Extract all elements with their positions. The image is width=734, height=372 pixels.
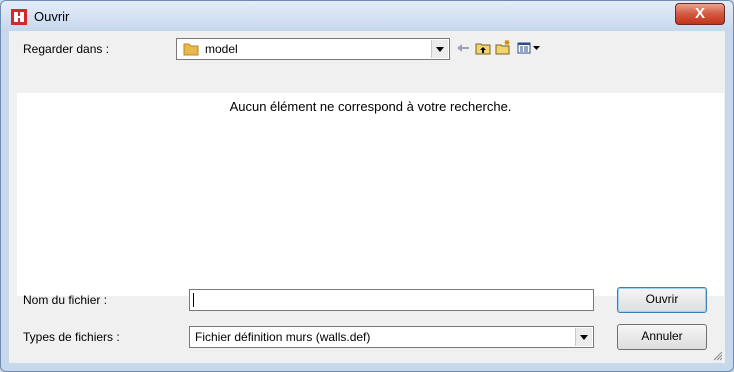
window-title: Ouvrir (34, 9, 70, 24)
dialog-body: Regarder dans : model Aucun élément ne c… (9, 31, 725, 363)
folder-icon (183, 43, 199, 56)
cancel-button[interactable]: Annuler (617, 324, 707, 350)
filename-label: Nom du fichier : (23, 293, 108, 307)
new-folder-icon[interactable] (494, 39, 512, 57)
filetype-value: Fichier définition murs (walls.def) (195, 330, 371, 344)
look-in-value: model (205, 42, 238, 56)
back-arrow-icon[interactable] (454, 39, 472, 57)
view-menu-icon[interactable] (516, 39, 544, 57)
filetype-dropdown[interactable]: Fichier définition murs (walls.def) (189, 326, 594, 348)
filename-input[interactable] (189, 289, 594, 311)
filetype-label: Types de fichiers : (23, 330, 120, 344)
up-folder-icon[interactable] (474, 39, 492, 57)
chevron-down-icon[interactable] (575, 328, 592, 346)
close-icon: X (694, 5, 705, 22)
file-list[interactable]: Aucun élément ne correspond à votre rech… (17, 93, 724, 296)
text-caret (193, 293, 194, 307)
close-button[interactable]: X (675, 3, 725, 25)
resize-grip-icon[interactable] (711, 349, 723, 361)
chevron-down-icon[interactable] (431, 40, 448, 58)
look-in-label: Regarder dans : (23, 42, 110, 56)
app-icon (11, 9, 27, 25)
title-bar[interactable]: Ouvrir X (1, 1, 733, 31)
empty-message: Aucun élément ne correspond à votre rech… (229, 99, 512, 114)
open-file-dialog: Ouvrir X Regarder dans : model Aucun élé… (0, 0, 734, 372)
look-in-dropdown[interactable]: model (176, 38, 450, 60)
toolbar (454, 39, 564, 59)
open-button[interactable]: Ouvrir (617, 287, 707, 313)
